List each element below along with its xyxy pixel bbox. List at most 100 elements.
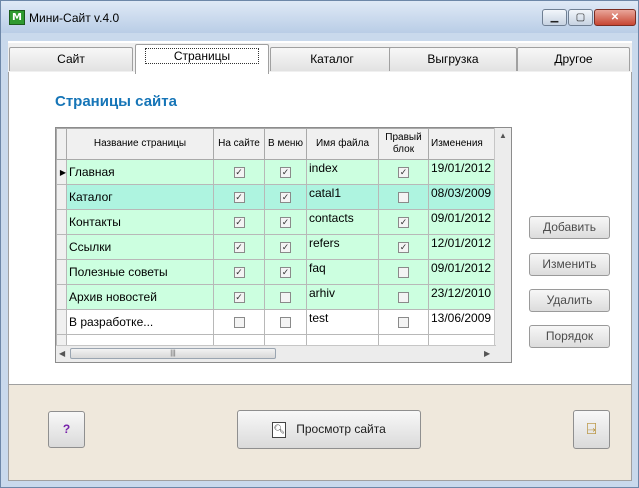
in-menu-cell[interactable] [264,284,307,310]
file-name-cell[interactable]: index [306,159,379,185]
table-row[interactable]: Полезные советы ✓ ✓ faq 09/01/2012 [56,259,497,285]
right-block-checkbox[interactable]: ✓ [398,242,409,254]
changed-date-cell[interactable]: 09/01/2012 [428,209,497,235]
table-row[interactable]: Архив новостей ✓ arhiv 23/12/2010 [56,284,497,310]
row-indicator[interactable] [56,209,67,235]
add-button[interactable]: Добавить [529,216,610,239]
on-site-cell[interactable]: ✓ [213,284,265,310]
in-menu-checkbox[interactable] [280,292,291,304]
right-block-cell[interactable]: ✓ [378,234,429,260]
on-site-checkbox[interactable] [233,317,245,329]
table-row[interactable]: Ссылки ✓ ✓ refers ✓ 12/01/2012 [56,234,497,260]
table-row[interactable]: Каталог ✓ ✓ catal1 08/03/2009 [56,184,497,210]
page-name-cell[interactable]: В разработке... [66,309,214,335]
on-site-checkbox[interactable]: ✓ [233,192,245,204]
table-row[interactable]: ▶ Главная ✓ ✓ index ✓ 19/01/2012 [56,159,497,185]
column-header-file[interactable]: Имя файла [306,128,379,160]
file-name-cell[interactable]: catal1 [306,184,379,210]
right-block-cell[interactable] [378,184,429,210]
changed-date-cell[interactable]: 09/01/2012 [428,259,497,285]
in-menu-checkbox[interactable] [280,317,291,329]
changed-date-cell[interactable]: 23/12/2010 [428,284,497,310]
on-site-checkbox[interactable]: ✓ [233,292,245,304]
right-block-cell[interactable]: ✓ [378,159,429,185]
row-indicator[interactable] [56,284,67,310]
table-row[interactable]: В разработке... test 13/06/2009 [56,309,497,335]
right-block-checkbox[interactable] [398,292,409,304]
right-block-checkbox[interactable]: ✓ [398,217,409,229]
in-menu-checkbox[interactable]: ✓ [280,167,291,179]
horizontal-scroll-thumb[interactable]: ||| [70,348,276,359]
row-indicator[interactable]: ▶ [56,159,67,185]
on-site-cell[interactable]: ✓ [213,159,265,185]
right-block-cell[interactable] [378,259,429,285]
page-name-cell[interactable]: Ссылки [66,234,214,260]
on-site-checkbox[interactable]: ✓ [233,167,245,179]
pages-grid[interactable]: Название страницы На сайте В меню Имя фа… [55,127,512,363]
tab-other[interactable]: Другое [517,47,630,71]
scroll-left-icon[interactable]: ◀ [59,349,65,358]
vertical-scrollbar[interactable]: ▲ [494,128,511,346]
changed-date-cell[interactable]: 08/03/2009 [428,184,497,210]
right-block-cell[interactable] [378,284,429,310]
close-button[interactable]: ✕ [594,9,636,26]
file-name-cell[interactable]: refers [306,234,379,260]
right-block-checkbox[interactable] [398,267,409,279]
row-indicator[interactable] [56,184,67,210]
tab-export[interactable]: Выгрузка [389,47,517,71]
page-name-cell[interactable]: Полезные советы [66,259,214,285]
edit-button[interactable]: Изменить [529,253,610,276]
on-site-cell[interactable]: ✓ [213,259,265,285]
right-block-cell[interactable]: ✓ [378,209,429,235]
tab-pages[interactable]: Страницы [135,44,269,74]
in-menu-cell[interactable]: ✓ [264,184,307,210]
column-header-on-site[interactable]: На сайте [213,128,265,160]
in-menu-checkbox[interactable]: ✓ [280,267,291,279]
in-menu-checkbox[interactable]: ✓ [280,242,291,254]
in-menu-cell[interactable] [264,309,307,335]
exit-button[interactable]: ⍈ [573,410,610,449]
delete-button[interactable]: Удалить [529,289,610,312]
right-block-cell[interactable] [378,309,429,335]
title-bar[interactable]: M Мини-Сайт v.4.0 ▁ ▢ ✕ [1,1,638,33]
page-name-cell[interactable]: Главная [66,159,214,185]
on-site-cell[interactable]: ✓ [213,209,265,235]
changed-date-cell[interactable]: 12/01/2012 [428,234,497,260]
on-site-cell[interactable]: ✓ [213,234,265,260]
column-header-right-block[interactable]: Правый блок [378,128,429,160]
page-name-cell[interactable]: Контакты [66,209,214,235]
maximize-button[interactable]: ▢ [568,9,593,26]
page-name-cell[interactable]: Каталог [66,184,214,210]
horizontal-scrollbar[interactable]: ◀ ||| ▶ [56,345,496,362]
in-menu-cell[interactable]: ✓ [264,159,307,185]
help-button[interactable]: ? [48,411,85,448]
file-name-cell[interactable]: test [306,309,379,335]
changed-date-cell[interactable]: 13/06/2009 [428,309,497,335]
order-button[interactable]: Порядок [529,325,610,348]
table-row[interactable]: Контакты ✓ ✓ contacts ✓ 09/01/2012 [56,209,497,235]
column-header-changed[interactable]: Изменения [428,128,497,160]
row-indicator[interactable] [56,309,67,335]
in-menu-cell[interactable]: ✓ [264,259,307,285]
right-block-checkbox[interactable] [398,317,409,329]
tab-catalog[interactable]: Каталог [270,47,394,71]
file-name-cell[interactable]: faq [306,259,379,285]
in-menu-checkbox[interactable]: ✓ [280,217,291,229]
on-site-cell[interactable] [213,309,265,335]
page-name-cell[interactable]: Архив новостей [66,284,214,310]
scroll-right-icon[interactable]: ▶ [484,349,490,358]
column-header-in-menu[interactable]: В меню [264,128,307,160]
scroll-up-icon[interactable]: ▲ [499,131,507,140]
changed-date-cell[interactable]: 19/01/2012 [428,159,497,185]
file-name-cell[interactable]: contacts [306,209,379,235]
on-site-checkbox[interactable]: ✓ [233,267,245,279]
right-block-checkbox[interactable] [398,192,409,204]
on-site-checkbox[interactable]: ✓ [233,217,245,229]
in-menu-cell[interactable]: ✓ [264,234,307,260]
on-site-checkbox[interactable]: ✓ [233,242,245,254]
column-header-name[interactable]: Название страницы [66,128,214,160]
right-block-checkbox[interactable]: ✓ [398,167,409,179]
file-name-cell[interactable]: arhiv [306,284,379,310]
view-site-button[interactable]: 🔍︎ Просмотр сайта [237,410,421,449]
tab-site[interactable]: Сайт [9,47,133,71]
